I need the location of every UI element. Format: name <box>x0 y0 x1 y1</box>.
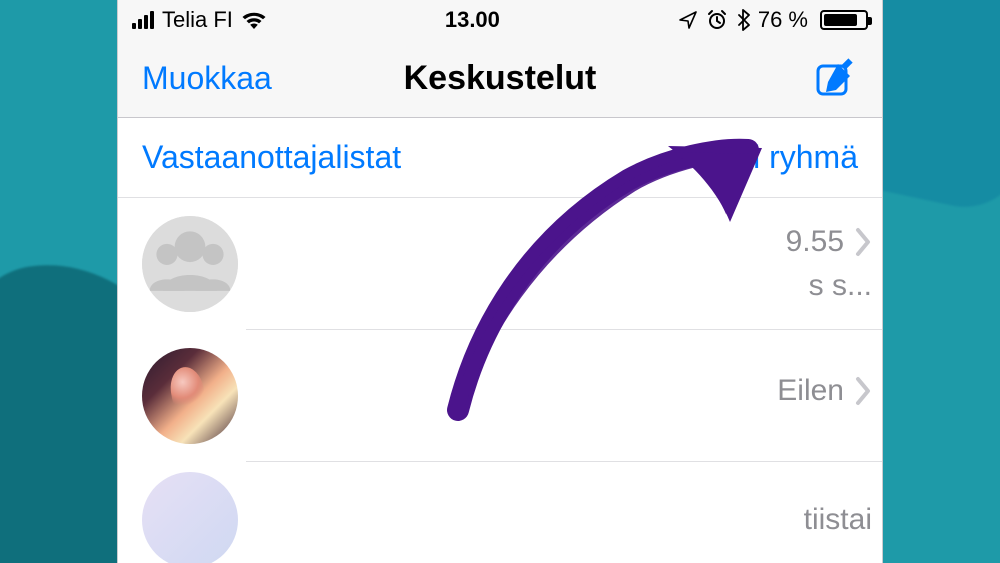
battery-icon <box>820 10 868 30</box>
carrier-label: Telia FI <box>162 7 233 33</box>
chat-time: Eilen <box>777 374 844 408</box>
secondary-action-bar: Vastaanottajalistat Uusi ryhmä <box>118 118 882 198</box>
location-icon <box>678 10 698 30</box>
new-group-button[interactable]: Uusi ryhmä <box>696 139 858 176</box>
edit-button[interactable]: Muokkaa <box>142 60 272 97</box>
chat-list: 9.55 s s... Eilen tiistai <box>118 198 882 563</box>
alarm-icon <box>706 9 728 31</box>
avatar <box>142 348 238 444</box>
battery-percent-label: 76 % <box>758 7 808 33</box>
clock-label: 13.00 <box>445 7 500 33</box>
status-bar: Telia FI 13.00 <box>118 0 882 40</box>
chat-time: 9.55 <box>786 225 844 259</box>
group-avatar-icon <box>142 216 238 312</box>
avatar <box>142 472 238 563</box>
broadcast-lists-button[interactable]: Vastaanottajalistat <box>142 139 401 176</box>
chat-row[interactable]: 9.55 s s... <box>118 198 882 330</box>
chat-row[interactable]: tiistai <box>118 462 882 563</box>
chat-time: tiistai <box>804 503 872 537</box>
bluetooth-icon <box>736 9 750 31</box>
chevron-right-icon <box>854 227 872 257</box>
compose-button[interactable] <box>812 56 858 102</box>
avatar <box>142 216 238 312</box>
cell-signal-icon <box>132 11 154 29</box>
chevron-right-icon <box>854 376 872 406</box>
navigation-bar: Muokkaa Keskustelut <box>118 40 882 118</box>
chat-row[interactable]: Eilen <box>118 330 882 462</box>
phone-screenshot: Telia FI 13.00 <box>117 0 883 563</box>
compose-icon <box>812 56 858 102</box>
page-title: Keskustelut <box>404 59 597 98</box>
chat-preview: s s... <box>809 269 872 303</box>
wifi-icon <box>241 10 267 30</box>
